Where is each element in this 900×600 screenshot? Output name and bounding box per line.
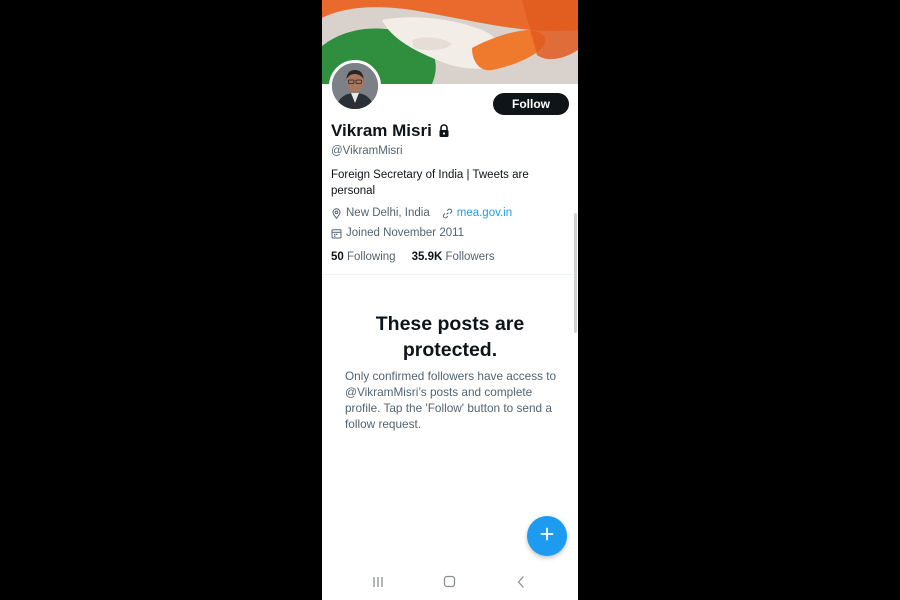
home-button[interactable] bbox=[441, 575, 457, 593]
display-name: Vikram Misri bbox=[331, 121, 432, 140]
profile-name-row: Vikram Misri bbox=[331, 121, 450, 141]
profile-bio: Foreign Secretary of India | Tweets are … bbox=[331, 169, 529, 197]
profile-meta-joined: Joined November 2011 bbox=[331, 227, 464, 239]
avatar[interactable] bbox=[329, 60, 381, 112]
plus-icon bbox=[540, 527, 554, 546]
compose-button[interactable] bbox=[527, 516, 567, 556]
section-divider bbox=[322, 274, 578, 275]
following-label: Following bbox=[347, 251, 396, 263]
home-icon bbox=[443, 575, 456, 593]
followers-label: Followers bbox=[445, 251, 495, 263]
following-stat[interactable]: 50 Following bbox=[331, 251, 396, 263]
profile-joined-date: Joined November 2011 bbox=[346, 227, 465, 239]
followers-count: 35.9K bbox=[411, 251, 443, 263]
follow-button[interactable]: Follow bbox=[493, 93, 569, 115]
scrollbar[interactable] bbox=[574, 213, 577, 333]
profile-stats: 50 Following 35.9K Followers bbox=[331, 251, 495, 263]
location-pin-icon bbox=[331, 207, 342, 219]
calendar-icon bbox=[331, 228, 342, 239]
profile-meta-location-website: New Delhi, India mea.gov.in bbox=[331, 207, 512, 219]
protected-posts-title: These posts are protected. bbox=[375, 313, 525, 361]
profile-handle: @VikramMisri bbox=[331, 145, 403, 157]
link-icon bbox=[442, 208, 453, 219]
protected-posts-description: Only confirmed followers have access to … bbox=[345, 369, 557, 431]
system-navigation-bar bbox=[322, 570, 578, 600]
following-count: 50 bbox=[331, 251, 344, 263]
profile-location: New Delhi, India bbox=[346, 207, 430, 219]
back-icon bbox=[516, 575, 526, 593]
recents-button[interactable] bbox=[370, 576, 386, 592]
followers-stat[interactable]: 35.9K Followers bbox=[412, 251, 495, 263]
recents-icon bbox=[371, 575, 385, 593]
avatar-image bbox=[332, 63, 378, 109]
profile-screen: Follow Vikram Misri @VikramMisri Foreign… bbox=[322, 0, 578, 600]
back-button[interactable] bbox=[513, 576, 529, 592]
profile-website-link[interactable]: mea.gov.in bbox=[457, 207, 512, 219]
lock-icon bbox=[438, 124, 450, 138]
